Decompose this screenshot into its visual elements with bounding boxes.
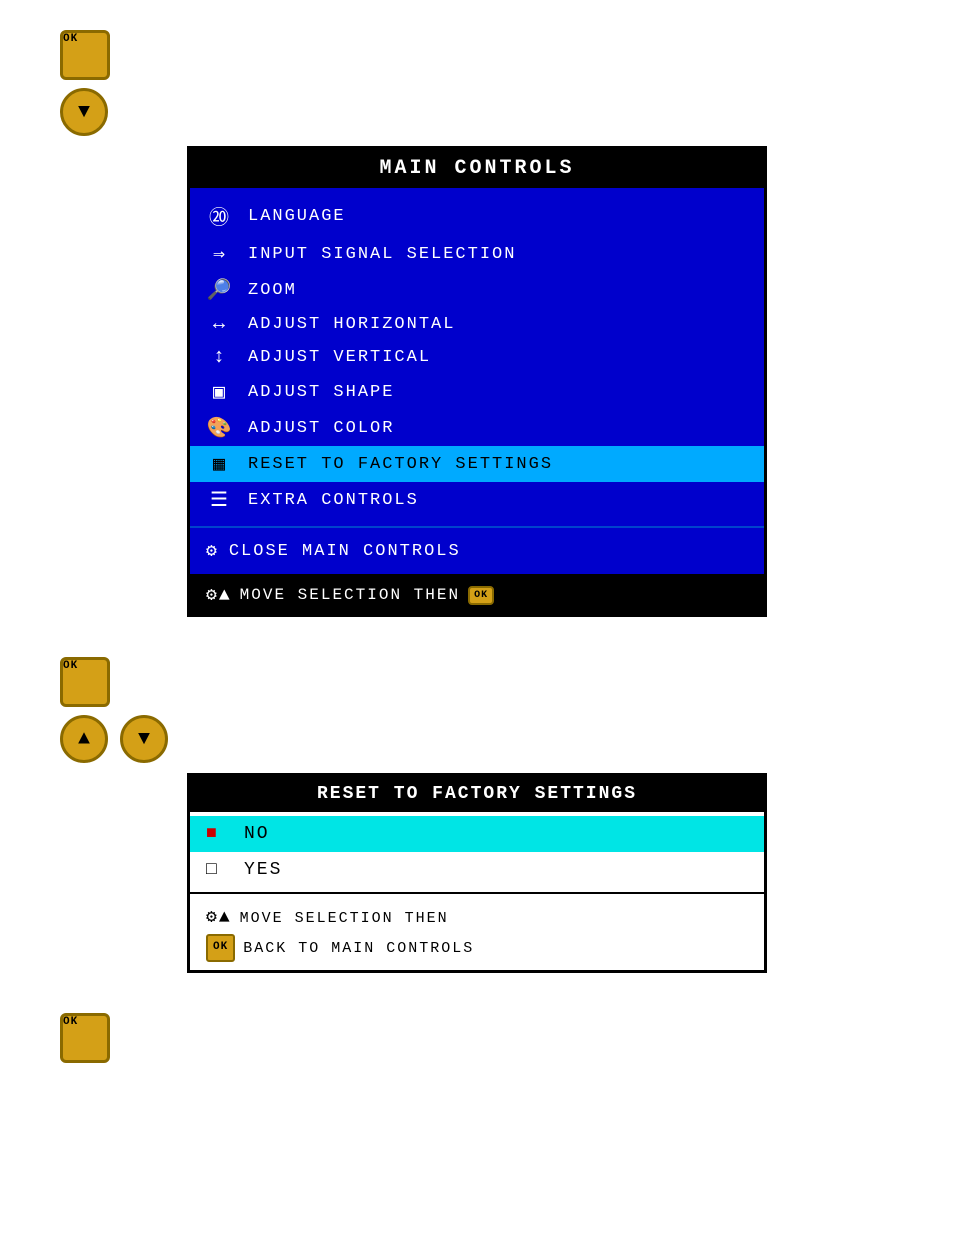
reset-ok-icon: OK bbox=[206, 934, 235, 962]
menu-item-adj-color[interactable]: 🎨 ADJUST COLOR bbox=[190, 410, 764, 446]
zoom-icon: 🔎 bbox=[206, 277, 234, 303]
close-icon: ⚙ bbox=[206, 540, 219, 562]
adj-vert-label: ADJUST VERTICAL bbox=[248, 348, 431, 367]
reset-panel-title: RESET TO FACTORY SETTINGS bbox=[190, 776, 764, 812]
adj-shape-label: ADJUST SHAPE bbox=[248, 383, 394, 402]
adj-vert-icon: ↕ bbox=[206, 346, 234, 369]
input-label: INPUT SIGNAL SELECTION bbox=[248, 245, 516, 264]
page-container: OK ▼ MAIN CONTROLS ⑳ LANGUAGE ⇒ INPUT SI… bbox=[20, 20, 934, 1063]
nav-up-button-2[interactable]: ▲ bbox=[60, 715, 108, 763]
menu-item-zoom[interactable]: 🔎 ZOOM bbox=[190, 272, 764, 308]
reset-item-no[interactable]: ■ NO bbox=[190, 816, 764, 852]
nav-down-button-1[interactable]: ▼ bbox=[60, 88, 108, 136]
nav-icons: ⚙▲ bbox=[206, 584, 232, 606]
zoom-label: ZOOM bbox=[248, 281, 297, 300]
no-icon: ■ bbox=[206, 824, 230, 844]
adj-color-icon: 🎨 bbox=[206, 415, 234, 441]
extra-label: EXTRA CONTROLS bbox=[248, 491, 419, 510]
adj-shape-icon: ▣ bbox=[206, 379, 234, 405]
adj-horiz-label: ADJUST HORIZONTAL bbox=[248, 315, 455, 334]
reset-footer-text1: MOVE SELECTION THEN bbox=[240, 905, 449, 932]
menu-item-input[interactable]: ⇒ INPUT SIGNAL SELECTION bbox=[190, 236, 764, 272]
ok-button-1[interactable]: OK bbox=[60, 30, 110, 80]
close-label: CLOSE MAIN CONTROLS bbox=[229, 542, 461, 561]
reset-footer: ⚙▲ MOVE SELECTION THEN OK BACK TO MAIN C… bbox=[190, 894, 764, 970]
reset-nav-icons: ⚙▲ bbox=[206, 902, 232, 934]
language-label: LANGUAGE bbox=[248, 207, 346, 226]
reset-menu-items: ■ NO □ YES bbox=[190, 812, 764, 894]
main-menu-items: ⑳ LANGUAGE ⇒ INPUT SIGNAL SELECTION 🔎 ZO… bbox=[190, 188, 764, 526]
main-nav-hint: ⚙▲ MOVE SELECTION THEN OK bbox=[190, 574, 764, 614]
adj-horiz-icon: ↔ bbox=[206, 313, 234, 336]
menu-item-reset[interactable]: ▦ RESET TO FACTORY SETTINGS bbox=[190, 446, 764, 482]
ok-button-2[interactable]: OK bbox=[60, 657, 110, 707]
section2-controls: OK ▲ ▼ bbox=[60, 657, 168, 763]
nav-buttons-2: ▲ ▼ bbox=[60, 715, 168, 763]
nav-down-button-2[interactable]: ▼ bbox=[120, 715, 168, 763]
menu-item-adj-vert[interactable]: ↕ ADJUST VERTICAL bbox=[190, 341, 764, 374]
menu-item-adj-horiz[interactable]: ↔ ADJUST HORIZONTAL bbox=[190, 308, 764, 341]
reset-footer-line2: OK BACK TO MAIN CONTROLS bbox=[206, 934, 748, 962]
nav-ok-inline: OK bbox=[468, 586, 494, 605]
nav-hint-text: MOVE SELECTION THEN bbox=[240, 586, 460, 604]
language-icon: ⑳ bbox=[206, 201, 234, 231]
menu-item-adj-shape[interactable]: ▣ ADJUST SHAPE bbox=[190, 374, 764, 410]
adj-color-label: ADJUST COLOR bbox=[248, 419, 394, 438]
reset-panel: RESET TO FACTORY SETTINGS ■ NO □ YES ⚙▲ … bbox=[187, 773, 767, 973]
main-controls-panel: MAIN CONTROLS ⑳ LANGUAGE ⇒ INPUT SIGNAL … bbox=[187, 146, 767, 617]
no-label: NO bbox=[244, 824, 270, 844]
menu-footer: ⚙ CLOSE MAIN CONTROLS bbox=[190, 526, 764, 574]
reset-label: RESET TO FACTORY SETTINGS bbox=[248, 455, 553, 474]
section3-controls: OK bbox=[60, 1013, 110, 1063]
reset-item-yes[interactable]: □ YES bbox=[190, 852, 764, 888]
extra-icon: ☰ bbox=[206, 487, 234, 513]
input-icon: ⇒ bbox=[206, 241, 234, 267]
ok-button-3[interactable]: OK bbox=[60, 1013, 110, 1063]
yes-icon: □ bbox=[206, 860, 230, 880]
close-main-controls[interactable]: ⚙ CLOSE MAIN CONTROLS bbox=[206, 536, 748, 566]
yes-label: YES bbox=[244, 860, 282, 880]
reset-icon: ▦ bbox=[206, 451, 234, 477]
reset-footer-text2: BACK TO MAIN CONTROLS bbox=[243, 935, 474, 962]
main-controls-title: MAIN CONTROLS bbox=[190, 149, 764, 188]
reset-footer-line1: ⚙▲ MOVE SELECTION THEN bbox=[206, 902, 748, 934]
menu-item-extra[interactable]: ☰ EXTRA CONTROLS bbox=[190, 482, 764, 518]
menu-item-language[interactable]: ⑳ LANGUAGE bbox=[190, 196, 764, 236]
section1-controls: OK ▼ bbox=[60, 30, 110, 136]
